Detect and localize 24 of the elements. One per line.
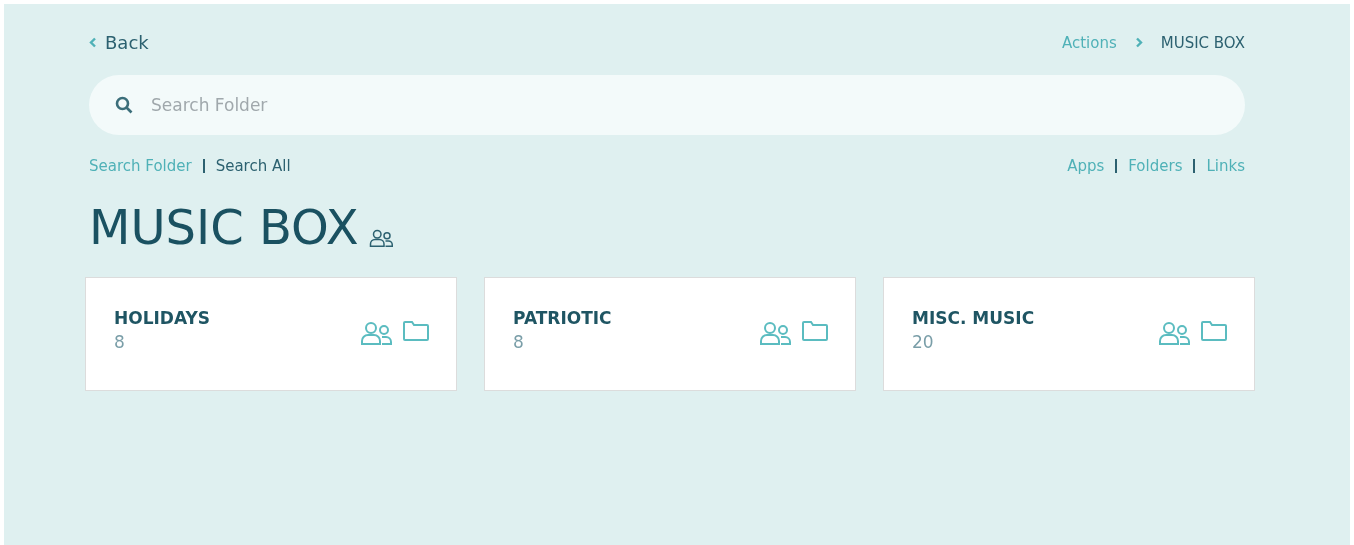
folder-icon <box>1201 321 1227 341</box>
search-field[interactable]: Search Folder <box>89 75 1245 135</box>
folder-card[interactable]: PATRIOTIC 8 <box>484 277 856 391</box>
breadcrumb-current: MUSIC BOX <box>1160 33 1245 52</box>
page-title: MUSIC BOX <box>89 203 359 251</box>
item-count: 20 <box>912 332 935 352</box>
folder-card[interactable]: MISC. MUSIC 20 <box>883 277 1255 391</box>
item-count: 8 <box>513 332 525 352</box>
folder-name: PATRIOTIC <box>513 308 612 328</box>
chevron-left-icon <box>89 37 97 48</box>
chevron-right-icon <box>1134 37 1143 48</box>
folder-icon <box>403 321 429 341</box>
people-icon <box>368 229 393 247</box>
people-icon <box>759 321 791 345</box>
item-count: 8 <box>114 332 126 352</box>
folder-card[interactable]: HOLIDAYS 8 <box>85 277 457 391</box>
folder-name: HOLIDAYS <box>114 308 211 328</box>
folder-icon <box>802 321 828 341</box>
back-link[interactable]: Back <box>89 32 149 53</box>
search-scope-tab[interactable]: Search All <box>215 157 291 175</box>
search-icon <box>115 96 133 114</box>
people-icon <box>360 321 392 345</box>
people-icon <box>1158 321 1190 345</box>
folder-name: MISC. MUSIC <box>912 308 1035 328</box>
